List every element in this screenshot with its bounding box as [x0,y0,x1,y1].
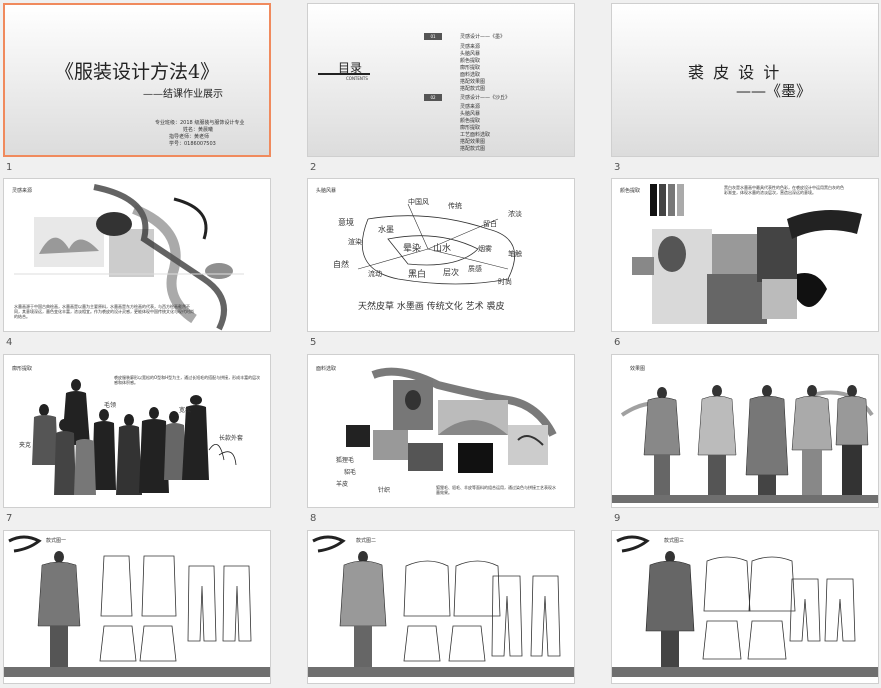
slide8-note-3: 针织 [378,487,391,494]
toc-underline [318,73,370,75]
slide-number-8: 8 [310,513,317,524]
toc-s1-i0: 灵感来源 [460,44,481,50]
brainstorm-word-2: 中国风 [408,198,429,206]
brainstorm-word-0: 意境 [338,218,354,227]
brainstorm-word-13: 黑白 [408,270,427,280]
brainstorm-word-12: 流动 [368,270,382,278]
brainstorm-word-5: 浓淡 [508,210,522,218]
brainstorm-word-9: 烟雾 [478,245,492,253]
slide-thumb-10[interactable]: 款式图一 [3,530,271,684]
slide1-info-0: 专业班级：2018 级服装与服饰设计专业 [155,120,245,126]
flat-sketch-3-image [612,535,878,677]
slide-thumb-12[interactable]: 款式图三 [611,530,879,684]
slide8-body: 狐狸毛、貂毛、羊皮等面料的组合运用，通过染色与拼接工艺表现水墨效果。 [436,485,556,495]
slide-number-5: 5 [310,337,317,348]
toc-s1-i6: 搭配款式图 [460,86,486,92]
toc-section1-title: 灵感设计——《墨》 [460,34,506,40]
slide-number-1: 1 [6,162,13,173]
toc-section1-num: 01 [424,33,442,40]
slide1-info-2: 指导老师：黄老师 [169,134,210,140]
brainstorm-word-4: 留白 [483,220,497,228]
toc-s2-i1: 头脑风暴 [460,111,481,117]
slide-number-3: 3 [614,162,621,173]
slide1-info-1: 姓名：黄晨曦 [183,127,214,133]
slide-number-4: 4 [6,337,13,348]
toc-s2-i5: 搭配效果图 [460,139,486,145]
brainstorm-word-15: 质感 [468,265,482,273]
slide-number-7: 7 [6,513,13,524]
brainstorm-word-1: 水墨 [378,225,394,234]
slide-number-9: 9 [614,513,621,524]
toc-s2-i4: 工艺面料选取 [460,132,491,138]
slide-thumb-4[interactable]: 灵感来源 水墨画源于中国古典绘画，水墨画是以墨为主要原料，水墨画是东方绘画的代表… [3,178,271,332]
slide-thumb-7[interactable]: 廓形提取 裘皮服装廓形以宽松的O型和H型为主，通过长短毛的搭配与拼接，形成丰富的… [3,354,271,508]
slide1-info-3: 学号：0186007503 [169,141,216,147]
slide8-note-1: 貂毛 [344,469,357,476]
brainstorm-word-14: 层次 [443,268,459,277]
toc-s1-i4: 面料选取 [460,72,481,78]
slide1-title: 《服装设计方法4》 [55,61,220,83]
slide-thumb-11[interactable]: 款式图二 [307,530,575,684]
slide4-body: 水墨画源于中国古典绘画，水墨画是以墨为主要原料，水墨画是东方绘画的代表，与西方绘… [14,304,194,319]
slide7-note-1: 宽松 [179,407,192,414]
toc-section2-num: 02 [424,94,442,101]
slide7-note-0: 毛领 [104,402,117,409]
toc-s2-i6: 搭配款式图 [460,146,486,152]
slide-number-6: 6 [614,337,621,348]
brainstorm-word-16: 时尚 [498,278,512,286]
slide-number-2: 2 [310,162,317,173]
slide-thumb-2[interactable]: 目录 CONTENTS 01 灵感设计——《墨》 灵感来源 头脑风暴 颜色提取 … [307,3,575,157]
toc-s1-i5: 搭配效果图 [460,79,486,85]
toc-s2-i2: 颜色提取 [460,118,481,124]
brainstorm-word-8: 山水 [433,244,452,254]
brainstorm-word-3: 传统 [448,202,462,210]
toc-s2-i3: 廓形提取 [460,125,481,131]
brainstorm-bottom: 天然皮草 水墨画 传统文化 艺术 裘皮 [358,302,505,312]
slide-thumb-1[interactable]: 《服装设计方法4》 ——结课作业展示 专业班级：2018 级服装与服饰设计专业 … [3,3,271,157]
toc-s2-i0: 灵感来源 [460,104,481,110]
slide-thumb-9[interactable]: 效果图 [611,354,879,508]
flat-sketch-2-image [308,535,574,677]
slide-thumb-3[interactable]: 裘 皮 设 计 ——《墨》 [611,3,879,157]
slide7-note-2: 夹克 [19,442,32,449]
slide3-subtitle: ——《墨》 [736,82,812,100]
slide7-note-3: 长款外套 [219,435,244,442]
effect-illustration-image [612,385,878,503]
toc-s1-i3: 廓形提取 [460,65,481,71]
flat-sketch-1-image [4,535,270,677]
silhouette-group-image [32,379,237,495]
slide8-note-2: 羊皮 [336,481,349,488]
toc-section2-title: 灵感设计——《沙丘》 [460,95,511,101]
slide1-subtitle: ——结课作业展示 [143,89,223,100]
slide-thumb-5[interactable]: 头脑风暴 意境 水墨 中国风 传统 留白 浓淡 渲染 晕染 山水 烟雾 笔触 自… [307,178,575,332]
color-collage-image [632,210,862,324]
slide-thumb-8[interactable]: 面料选取 狐狸毛 貂毛 羊皮 针织 狐狸毛、貂毛、羊皮等面料的组合运用，通过染色… [307,354,575,508]
brainstorm-word-10: 笔触 [508,250,522,258]
brainstorm-word-6: 渲染 [348,238,362,246]
brainstorm-word-7: 晕染 [403,244,422,254]
toc-en: CONTENTS [346,76,368,81]
toc-s1-i2: 颜色提取 [460,58,481,64]
toc-s1-i1: 头脑风暴 [460,51,481,57]
slide8-note-0: 狐狸毛 [336,457,355,464]
slide-thumb-6[interactable]: 颜色提取 黑白灰是水墨画中最具代表性的色彩，在裘皮设计中运用黑白灰的色彩渐变，体… [611,178,879,332]
brainstorm-word-11: 自然 [333,260,349,269]
